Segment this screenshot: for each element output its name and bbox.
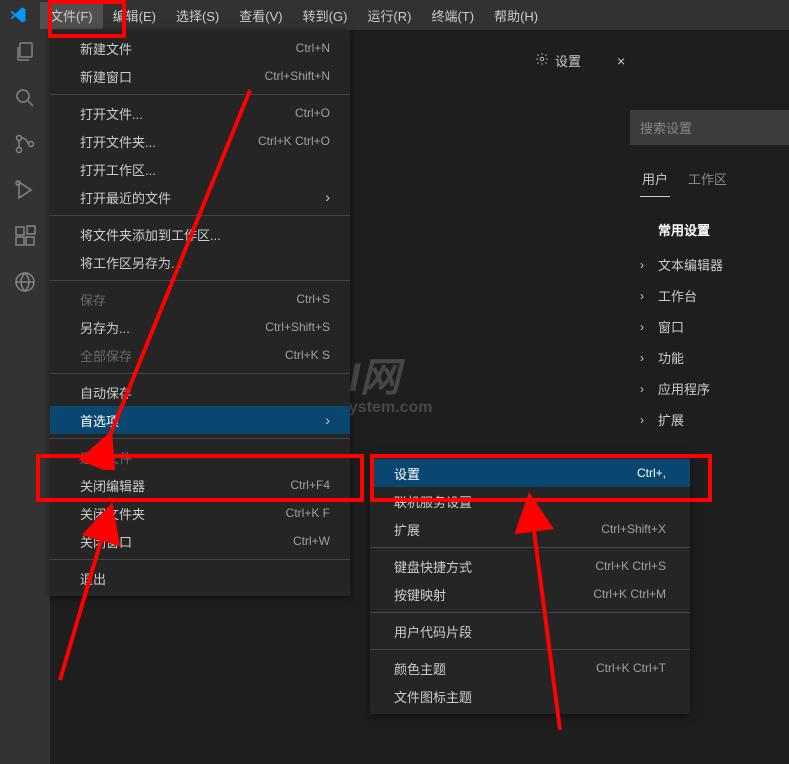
submenu-file-icon-theme[interactable]: 文件图标主题 (370, 682, 690, 710)
menu-exit[interactable]: 退出 (50, 564, 350, 592)
chevron-right-icon: › (640, 289, 652, 303)
chevron-right-icon: › (325, 189, 330, 205)
menu-go[interactable]: 转到(G) (293, 2, 358, 29)
chevron-right-icon: › (640, 413, 652, 427)
menu-save-all[interactable]: 全部保存Ctrl+K S (50, 341, 350, 369)
menu-close-folder[interactable]: 关闭文件夹Ctrl+K F (50, 499, 350, 527)
scope-tab-user[interactable]: 用户 (640, 165, 670, 197)
separator (50, 94, 350, 95)
chevron-right-icon: › (325, 412, 330, 428)
submenu-online-services[interactable]: 联机服务设置 (370, 487, 690, 515)
menu-close-editor[interactable]: 关闭编辑器Ctrl+F4 (50, 471, 350, 499)
toc-workbench[interactable]: ›工作台 (640, 286, 723, 305)
activity-bar (0, 30, 50, 764)
chevron-right-icon: › (640, 320, 652, 334)
separator (50, 215, 350, 216)
tab-settings[interactable]: 设置 × (525, 45, 635, 76)
toc-features[interactable]: ›功能 (640, 348, 723, 367)
menu-new-file[interactable]: 新建文件Ctrl+N (50, 34, 350, 62)
submenu-keyboard-shortcuts[interactable]: 键盘快捷方式Ctrl+K Ctrl+S (370, 552, 690, 580)
submenu-user-snippets[interactable]: 用户代码片段 (370, 617, 690, 645)
toc-extensions[interactable]: ›扩展 (640, 410, 723, 429)
close-icon[interactable]: × (617, 53, 625, 69)
toc-window[interactable]: ›窗口 (640, 317, 723, 336)
menu-add-folder[interactable]: 将文件夹添加到工作区... (50, 220, 350, 248)
source-control-icon[interactable] (11, 130, 39, 158)
menu-help[interactable]: 帮助(H) (484, 2, 548, 29)
remote-icon[interactable] (11, 268, 39, 296)
scope-tab-workspace[interactable]: 工作区 (686, 165, 729, 197)
submenu-keymaps[interactable]: 按键映射Ctrl+K Ctrl+M (370, 580, 690, 608)
menu-auto-save[interactable]: 自动保存 (50, 378, 350, 406)
file-menu-dropdown: 新建文件Ctrl+N 新建窗口Ctrl+Shift+N 打开文件...Ctrl+… (50, 30, 350, 596)
toc-application[interactable]: ›应用程序 (640, 379, 723, 398)
menu-view[interactable]: 查看(V) (229, 2, 292, 29)
tab-label: 设置 (555, 51, 581, 70)
menu-save-as[interactable]: 另存为...Ctrl+Shift+S (50, 313, 350, 341)
menu-terminal[interactable]: 终端(T) (421, 2, 484, 29)
separator (50, 559, 350, 560)
submenu-color-theme[interactable]: 颜色主题Ctrl+K Ctrl+T (370, 654, 690, 682)
separator (370, 547, 690, 548)
settings-toc: 常用设置 ›文本编辑器 ›工作台 ›窗口 ›功能 ›应用程序 ›扩展 (640, 220, 723, 429)
settings-search-input[interactable]: 搜索设置 (630, 110, 789, 145)
menu-close-window[interactable]: 关闭窗口Ctrl+W (50, 527, 350, 555)
menu-revert[interactable]: 还原文件 (50, 443, 350, 471)
separator (50, 280, 350, 281)
menu-open-folder[interactable]: 打开文件夹...Ctrl+K Ctrl+O (50, 127, 350, 155)
preferences-submenu: 设置Ctrl+, 联机服务设置 扩展Ctrl+Shift+X 键盘快捷方式Ctr… (370, 455, 690, 714)
toc-header[interactable]: 常用设置 (658, 220, 723, 239)
menu-open-recent[interactable]: 打开最近的文件› (50, 183, 350, 211)
run-debug-icon[interactable] (11, 176, 39, 204)
menu-preferences[interactable]: 首选项› (50, 406, 350, 434)
menu-open-file[interactable]: 打开文件...Ctrl+O (50, 99, 350, 127)
search-icon[interactable] (11, 84, 39, 112)
menu-run[interactable]: 运行(R) (357, 2, 421, 29)
toc-text-editor[interactable]: ›文本编辑器 (640, 255, 723, 274)
menu-selection[interactable]: 选择(S) (166, 2, 229, 29)
settings-scope-tabs: 用户 工作区 (640, 165, 729, 197)
submenu-settings[interactable]: 设置Ctrl+, (370, 459, 690, 487)
chevron-right-icon: › (640, 382, 652, 396)
editor-tab-bar: 设置 × (525, 45, 635, 76)
menu-new-window[interactable]: 新建窗口Ctrl+Shift+N (50, 62, 350, 90)
extensions-icon[interactable] (11, 222, 39, 250)
vscode-logo-icon (8, 5, 28, 25)
chevron-right-icon: › (640, 351, 652, 365)
submenu-extensions[interactable]: 扩展Ctrl+Shift+X (370, 515, 690, 543)
separator (370, 649, 690, 650)
separator (50, 438, 350, 439)
explorer-icon[interactable] (11, 38, 39, 66)
menu-save-workspace-as[interactable]: 将工作区另存为... (50, 248, 350, 276)
gear-icon (535, 52, 549, 69)
menu-open-workspace[interactable]: 打开工作区... (50, 155, 350, 183)
separator (370, 612, 690, 613)
menu-bar: 文件(F) 编辑(E) 选择(S) 查看(V) 转到(G) 运行(R) 终端(T… (0, 0, 789, 30)
chevron-right-icon: › (640, 258, 652, 272)
menu-save[interactable]: 保存Ctrl+S (50, 285, 350, 313)
menu-edit[interactable]: 编辑(E) (103, 2, 166, 29)
separator (50, 373, 350, 374)
menu-file[interactable]: 文件(F) (40, 2, 103, 29)
